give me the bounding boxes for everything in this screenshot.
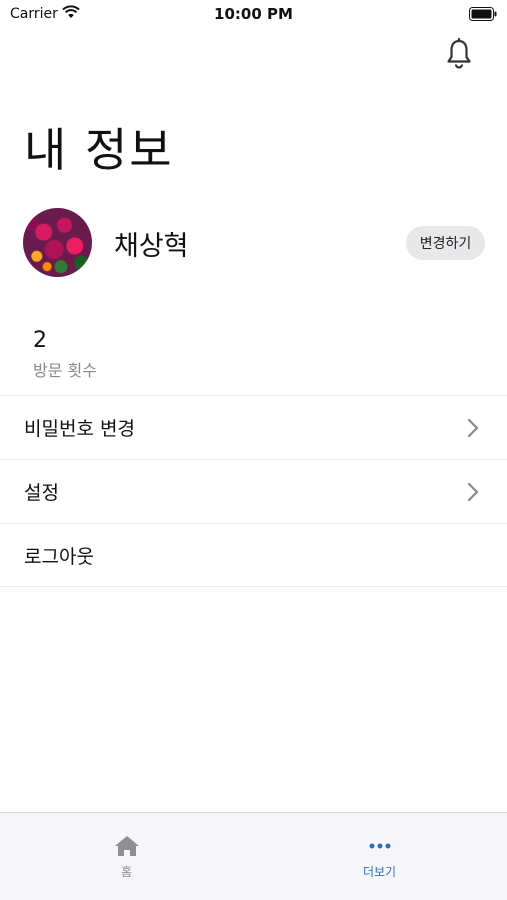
menu-item-label: 비밀번호 변경 <box>24 418 135 440</box>
page-title: 내 정보 <box>24 123 174 177</box>
status-bar: Carrier 10:00 PM <box>0 0 507 30</box>
menu-item-settings[interactable]: 설정 <box>0 459 507 523</box>
edit-profile-button[interactable]: 변경하기 <box>406 226 485 260</box>
battery-icon <box>469 7 497 21</box>
chevron-right-icon <box>467 418 479 438</box>
avatar <box>23 208 92 277</box>
visit-count-label: 방문 횟수 <box>33 361 97 380</box>
tab-label: 홈 <box>120 865 133 879</box>
menu-item-label: 로그아웃 <box>24 545 94 568</box>
tab-more[interactable]: 더보기 <box>253 813 506 900</box>
menu-item-label: 설정 <box>24 482 59 504</box>
chevron-right-icon <box>467 482 479 502</box>
profile-name: 채상혁 <box>114 231 189 262</box>
home-icon <box>114 836 139 856</box>
menu-item-change-password[interactable]: 비밀번호 변경 <box>0 395 507 459</box>
visit-count: 2 <box>33 328 47 353</box>
tab-label: 더보기 <box>362 865 397 879</box>
menu-item-logout[interactable]: 로그아웃 <box>0 523 507 587</box>
tab-bar: 홈 더보기 <box>0 812 507 900</box>
tab-home[interactable]: 홈 <box>0 813 253 900</box>
bell-icon[interactable] <box>445 38 473 70</box>
more-icon <box>369 843 390 849</box>
settings-menu: 비밀번호 변경 설정 로그아웃 <box>0 395 507 587</box>
screen: Carrier 10:00 PM 내 정보 채상혁 변경하기 2 방문 횟수 비… <box>0 0 507 900</box>
status-time: 10:00 PM <box>214 5 293 23</box>
